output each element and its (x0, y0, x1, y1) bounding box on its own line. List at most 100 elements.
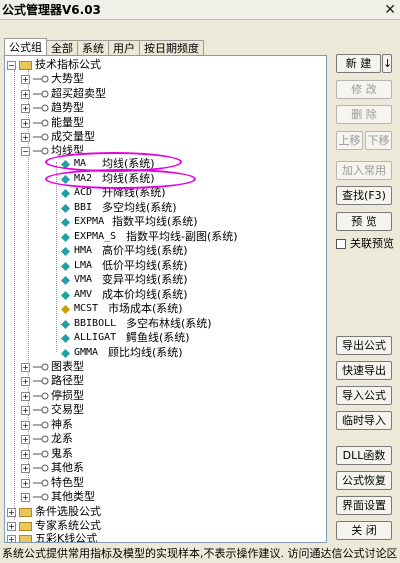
expand-icon[interactable]: + (21, 449, 30, 459)
formula-item[interactable]: AMV 成本价均线(系统) (61, 288, 188, 302)
expand-icon[interactable]: + (21, 132, 30, 142)
window-title-bar: 公式管理器V6.03 ✕ (0, 0, 400, 20)
tree-node-group[interactable]: + 神系 (21, 418, 73, 432)
expand-icon[interactable]: + (21, 420, 30, 430)
tab-system[interactable]: 系统 (77, 40, 109, 55)
folder-icon (19, 507, 32, 517)
expand-icon[interactable]: + (7, 507, 16, 517)
close-icon[interactable]: ✕ (384, 0, 396, 20)
export-button[interactable]: 导出公式 (336, 336, 392, 355)
formula-item[interactable]: EXPMA_S 指数平均线-副图(系统) (61, 230, 238, 244)
expand-icon[interactable]: + (21, 376, 30, 386)
formula-item[interactable]: BBI 多空均线(系统) (61, 201, 177, 215)
tree-node-root-folder[interactable]: + 专家系统公式 (7, 519, 101, 533)
ui-settings-button[interactable]: 界面设置 (336, 496, 392, 515)
new-dropdown-button[interactable]: ↓ (382, 54, 392, 73)
tree-node-group[interactable]: + 其他系 (21, 461, 84, 475)
formula-icon (61, 275, 70, 285)
tree-node-group[interactable]: + 鬼系 (21, 447, 73, 461)
close-button[interactable]: 关 闭 (336, 521, 392, 540)
tree-node-group[interactable]: + 能量型 (21, 116, 84, 130)
tree-node-group[interactable]: + 特色型 (21, 476, 84, 490)
link-icon (33, 392, 49, 400)
tree-node-root-folder[interactable]: + 条件选股公式 (7, 505, 101, 519)
import-button[interactable]: 导入公式 (336, 386, 392, 405)
link-icon (33, 464, 49, 472)
expand-icon[interactable]: + (21, 434, 30, 444)
link-icon (33, 406, 49, 414)
formula-item[interactable]: BBIBOLL 多空布林线(系统) (61, 317, 212, 331)
expand-icon[interactable]: + (21, 463, 30, 473)
tree-node-group[interactable]: + 交易型 (21, 403, 84, 417)
formula-item[interactable]: VMA 变异平均线(系统) (61, 273, 188, 287)
preview-button[interactable]: 预 览 (336, 212, 392, 231)
tree-node-group[interactable]: + 超买超卖型 (21, 87, 106, 101)
link-icon (33, 119, 49, 127)
formula-icon (61, 203, 70, 213)
find-button[interactable]: 查找(F3) (336, 186, 392, 205)
formula-item[interactable]: HMA 高价平均线(系统) (61, 244, 188, 258)
formula-icon (61, 217, 70, 227)
tree-node-group[interactable]: + 路径型 (21, 374, 84, 388)
tab-formula-group[interactable]: 公式组 (4, 38, 47, 55)
temp-import-button[interactable]: 临时导入 (336, 411, 392, 430)
new-button[interactable]: 新 建 (336, 54, 381, 73)
formula-icon (61, 188, 70, 198)
status-bar: 系统公式提供常用指标及模型的实现样本,不表示操作建议. 访问通达信公式讨论区 (2, 547, 398, 560)
expand-icon[interactable]: + (21, 118, 30, 128)
formula-item[interactable]: MCST 市场成本(系统) (61, 302, 183, 316)
formula-item[interactable]: ALLIGAT 鳄鱼线(系统) (61, 331, 190, 345)
collapse-icon[interactable]: − (7, 60, 16, 70)
link-icon (33, 377, 49, 385)
expand-icon[interactable]: + (7, 534, 16, 542)
add-common-button[interactable]: 加入常用 (336, 161, 392, 180)
expand-icon[interactable]: + (21, 74, 30, 84)
link-icon (33, 75, 49, 83)
expand-icon[interactable]: + (21, 391, 30, 401)
tree-node-group[interactable]: + 龙系 (21, 432, 73, 446)
formula-item[interactable]: LMA 低价平均线(系统) (61, 259, 188, 273)
formula-icon (61, 261, 70, 271)
tree-node-group[interactable]: + 停损型 (21, 389, 84, 403)
expand-icon[interactable]: + (21, 103, 30, 113)
formula-item[interactable]: GMMA 顾比均线(系统) (61, 346, 183, 360)
folder-icon (19, 534, 32, 542)
collapse-icon[interactable]: − (21, 146, 30, 156)
tree-node-group[interactable]: + 图表型 (21, 360, 84, 374)
link-icon (33, 435, 49, 443)
formula-item[interactable]: EXPMA 指数平均线(系统) (61, 215, 198, 229)
linked-preview-checkbox[interactable]: 关联预览 (336, 237, 394, 251)
delete-button[interactable]: 删 除 (336, 105, 392, 124)
checkbox-icon[interactable] (336, 239, 346, 249)
quick-export-button[interactable]: 快速导出 (336, 361, 392, 380)
tree-node-group[interactable]: + 趋势型 (21, 101, 84, 115)
expand-icon[interactable]: + (21, 478, 30, 488)
move-down-button[interactable]: 下移 (365, 131, 392, 150)
expand-icon[interactable]: + (21, 492, 30, 502)
expand-icon[interactable]: + (21, 362, 30, 372)
expand-icon[interactable]: + (21, 405, 30, 415)
modify-button[interactable]: 修 改 (336, 80, 392, 99)
tree-node-root-folder[interactable]: + 五彩K线公式 (7, 532, 97, 542)
link-icon (33, 479, 49, 487)
tree-node-technical[interactable]: − 技术指标公式 (7, 58, 101, 72)
tree-node-group[interactable]: + 其他类型 (21, 490, 95, 504)
tab-all[interactable]: 全部 (46, 40, 78, 55)
tree-node-group[interactable]: + 大势型 (21, 72, 84, 86)
formula-tree[interactable]: − 技术指标公式 + 大势型 + 超买超卖型 + 趋势型 + 能量型 + 成交量型 − 均线型… (4, 55, 327, 543)
dll-function-button[interactable]: DLL函数 (336, 446, 392, 465)
link-icon (33, 363, 49, 371)
formula-icon (61, 290, 70, 300)
formula-icon-alt (61, 304, 70, 314)
formula-icon (61, 232, 70, 242)
expand-icon[interactable]: + (21, 89, 30, 99)
link-icon (33, 450, 49, 458)
expand-icon[interactable]: + (7, 521, 16, 531)
move-up-button[interactable]: 上移 (336, 131, 363, 150)
link-icon (33, 493, 49, 501)
restore-button[interactable]: 公式恢复 (336, 471, 392, 490)
tree-node-group[interactable]: + 成交量型 (21, 130, 95, 144)
tab-user[interactable]: 用户 (108, 40, 140, 55)
formula-icon (61, 333, 70, 343)
tab-date-frequency[interactable]: 按日期频度 (139, 40, 204, 55)
